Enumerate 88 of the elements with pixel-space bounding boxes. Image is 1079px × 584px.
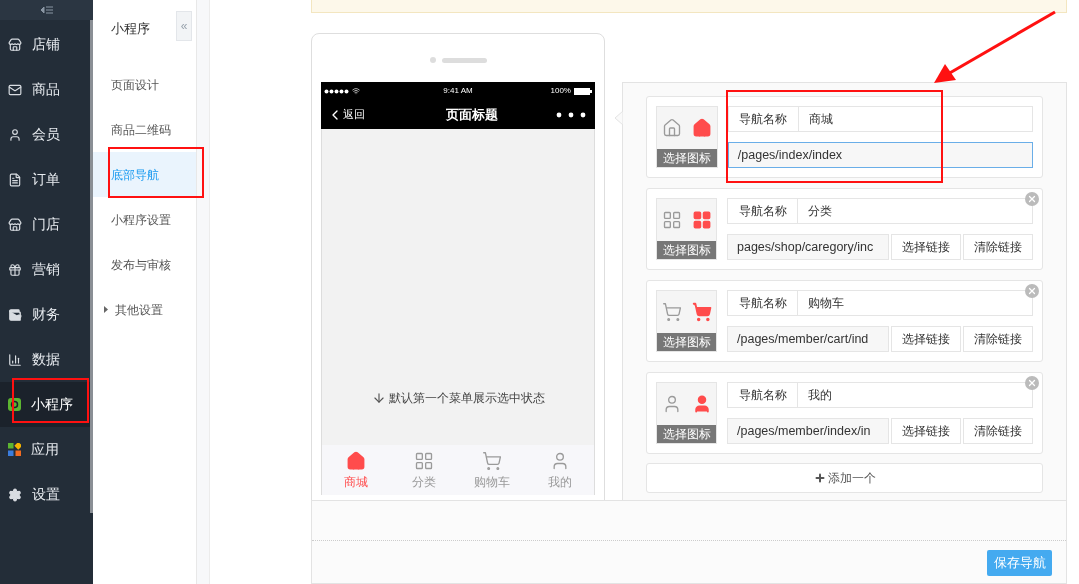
more-icon[interactable]	[556, 111, 586, 118]
choose-icon-label[interactable]: 选择图标	[657, 333, 716, 351]
choose-icon-label[interactable]: 选择图标	[657, 149, 717, 167]
cart-icon	[661, 302, 682, 322]
field-label: 导航名称	[728, 291, 798, 315]
field-label: 导航名称	[728, 107, 799, 131]
link-button[interactable]: 选择链接	[891, 418, 961, 444]
sidebar-item[interactable]: 商品	[0, 67, 90, 112]
name-value: 购物车	[807, 295, 844, 312]
sub-sidebar-title: 小程序	[111, 20, 150, 38]
menu-item[interactable]: 发布与审核	[93, 242, 196, 287]
sidebar-item[interactable]: 会员	[0, 112, 90, 157]
signal-icon	[324, 88, 350, 94]
link-field[interactable]: pages/shop/caregory/inc	[727, 234, 889, 260]
scrollbar[interactable]	[90, 20, 93, 513]
remove-button[interactable]	[1025, 284, 1039, 298]
cart-icon	[691, 302, 712, 322]
link-field[interactable]: /pages/member/index/in	[727, 418, 889, 444]
gift-icon	[8, 262, 22, 277]
sidebar-item[interactable]: 数据	[0, 337, 90, 382]
apps-icon	[8, 443, 21, 456]
hint-text: 默认第一个菜单展示选中状态	[388, 390, 545, 407]
menu-item[interactable]: 小程序设置	[93, 197, 196, 242]
sidebar-item[interactable]: 财务	[0, 292, 90, 337]
battery-text: 100%	[550, 85, 571, 97]
close-icon	[1027, 286, 1037, 296]
field-label: 导航名称	[728, 199, 798, 223]
menu-item[interactable]: 商品二维码	[93, 107, 196, 152]
shop-icon	[8, 217, 22, 232]
cart-icon	[482, 451, 502, 471]
bar-chart-icon	[8, 352, 22, 367]
name-value: 商城	[807, 111, 833, 128]
status-time: 9:41 AM	[443, 85, 473, 97]
remove-button[interactable]	[1025, 192, 1039, 206]
choose-icon-label[interactable]: 选择图标	[657, 241, 716, 259]
user-icon	[8, 127, 22, 142]
name-value: 分类	[807, 203, 832, 220]
grid-icon	[661, 210, 682, 230]
choose-icon-label[interactable]: 选择图标	[657, 425, 716, 443]
arrow-down-icon	[371, 391, 386, 405]
back-button[interactable]: 返回	[327, 106, 387, 123]
close-icon	[1027, 378, 1037, 388]
remove-button[interactable]	[1025, 376, 1039, 390]
link-field[interactable]: /pages/member/cart/ind	[727, 326, 889, 352]
sidebar-item[interactable]: 门店	[0, 202, 90, 247]
grid-icon	[414, 451, 434, 471]
wifi-icon	[352, 87, 360, 95]
home-icon	[691, 118, 712, 138]
sidebar-item[interactable]: 营销	[0, 247, 90, 292]
add-item-button[interactable]: 添加一个	[646, 463, 1043, 493]
sidebar-item[interactable]: 设置	[0, 472, 90, 517]
link-button[interactable]: 清除链接	[963, 234, 1033, 260]
sidebar-item[interactable]: 店铺	[0, 22, 90, 67]
home-icon	[346, 451, 366, 471]
menu-group[interactable]: 其他设置	[93, 287, 196, 332]
icon-picker[interactable]: 选择图标	[656, 106, 718, 168]
link-button[interactable]: 选择链接	[891, 234, 961, 260]
close-icon	[1027, 194, 1037, 204]
sidebar-item[interactable]: 小程序	[0, 382, 90, 427]
menu-item[interactable]: 页面设计	[93, 62, 196, 107]
document-icon	[8, 172, 22, 187]
icon-picker[interactable]: 选择图标	[656, 198, 717, 260]
wallet-icon	[8, 307, 22, 322]
field-label: 导航名称	[728, 383, 798, 407]
sidebar-item[interactable]: 应用	[0, 427, 90, 472]
link-button[interactable]: 清除链接	[963, 418, 1033, 444]
name-field[interactable]: 导航名称 我的	[727, 382, 1033, 408]
plus-icon	[813, 472, 826, 484]
name-field[interactable]: 导航名称 商城	[727, 106, 1033, 132]
name-field[interactable]: 导航名称 分类	[727, 198, 1033, 224]
caret-icon	[104, 306, 108, 313]
name-value: 我的	[807, 387, 832, 404]
grid-icon	[691, 210, 712, 230]
link-button[interactable]: 选择链接	[891, 326, 961, 352]
envelope-icon	[8, 82, 22, 97]
battery-icon	[574, 87, 592, 95]
link-field[interactable]: /pages/index/index	[727, 142, 1033, 168]
icon-picker[interactable]: 选择图标	[656, 382, 717, 444]
store-icon	[8, 37, 22, 52]
icon-picker[interactable]: 选择图标	[656, 290, 717, 352]
page-title: 页面标题	[445, 105, 498, 124]
sidebar-item[interactable]: 订单	[0, 157, 90, 202]
link-button[interactable]: 清除链接	[963, 326, 1033, 352]
home-icon	[661, 118, 682, 138]
collapse-icon[interactable]	[40, 6, 53, 14]
gear-icon	[8, 487, 22, 502]
speaker-slot	[441, 57, 487, 63]
name-field[interactable]: 导航名称 购物车	[727, 290, 1033, 316]
